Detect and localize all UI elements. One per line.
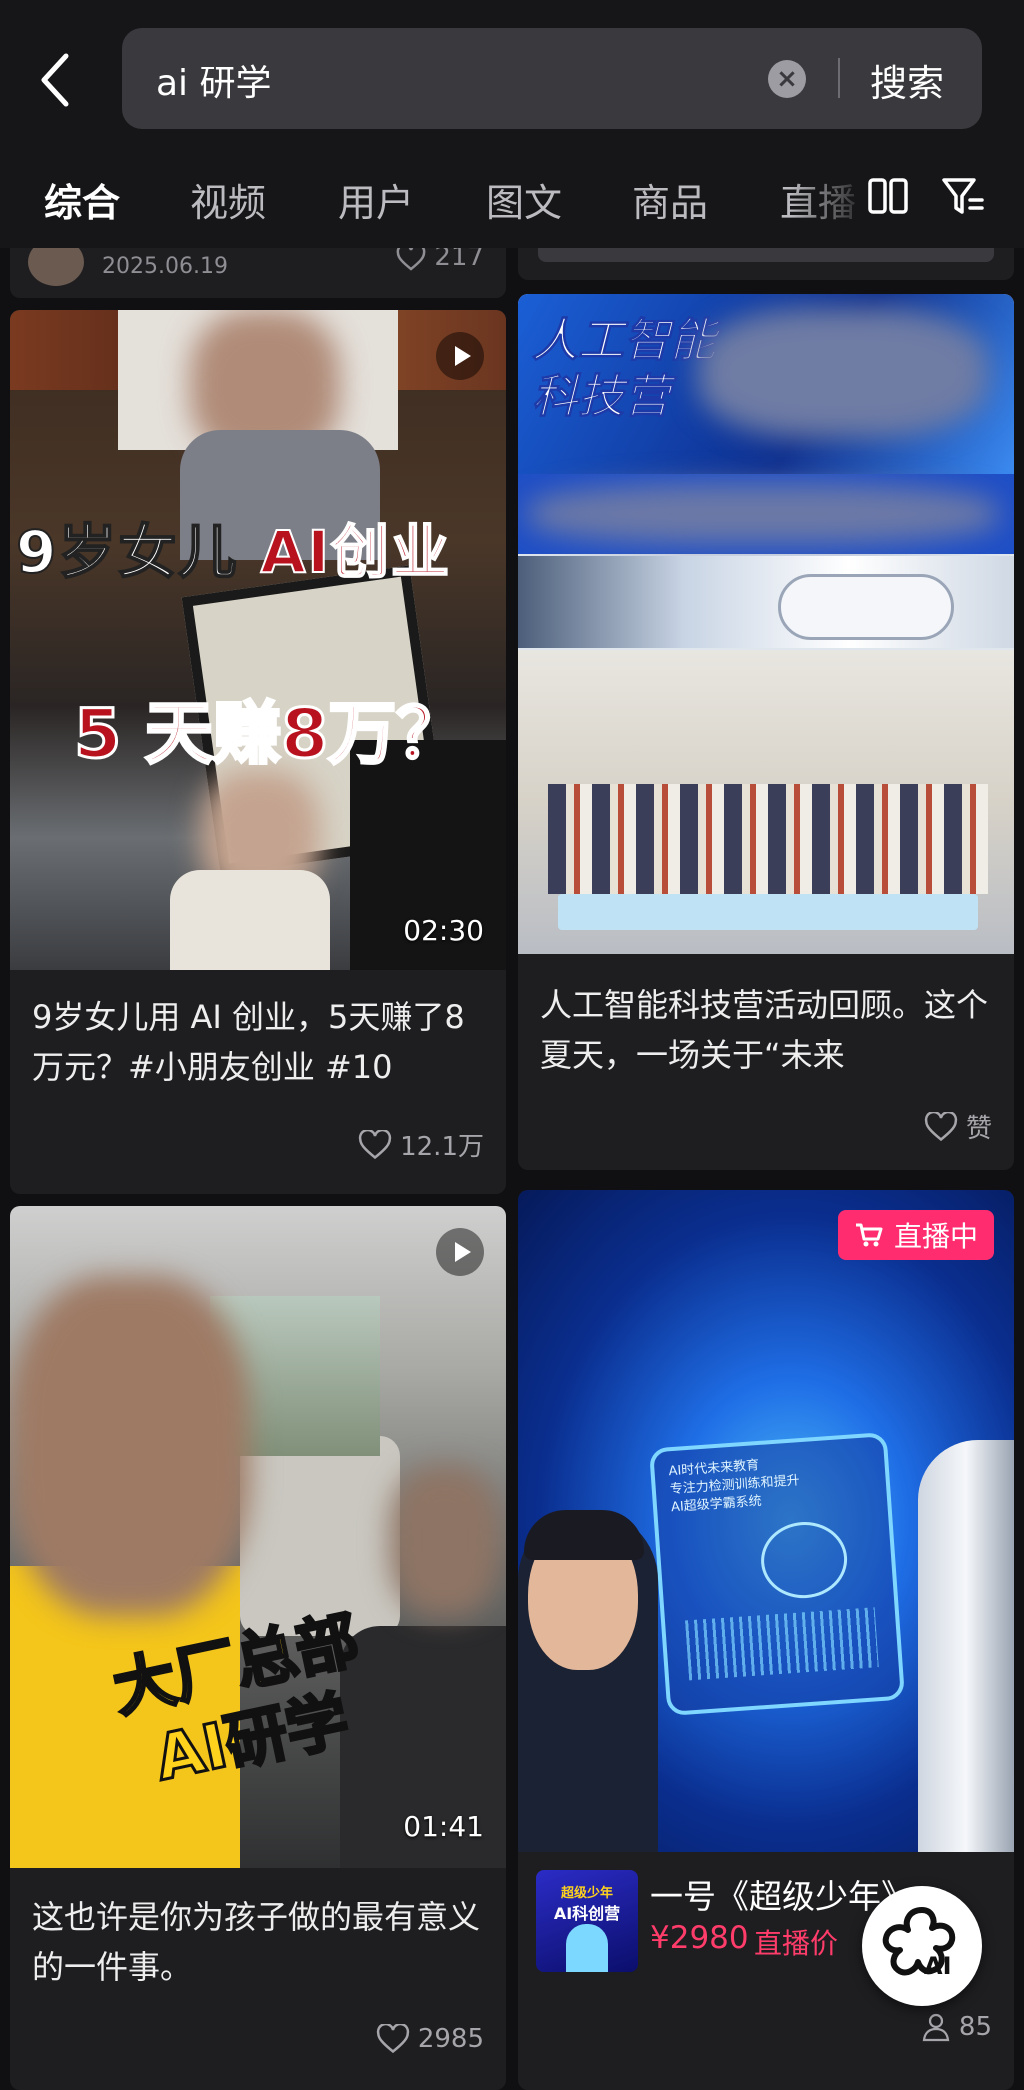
tab-video[interactable]: 视频 xyxy=(190,172,266,227)
like-count-text: 2985 xyxy=(417,2024,484,2054)
prev-card-left[interactable]: 2025.06.19 217 xyxy=(10,248,506,298)
prev-card-button xyxy=(538,248,994,262)
holo-screen-text: AI时代未来教育 专注力检测训练和提升 AI超级学霸系统 xyxy=(668,1454,801,1517)
live-thumbnail: AI时代未来教育 专注力检测训练和提升 AI超级学霸系统 直播中 xyxy=(518,1190,1014,1852)
tab-posts[interactable]: 图文 xyxy=(486,172,562,227)
video-thumbnail: 大厂总部 AI研学 01:41 xyxy=(10,1206,506,1868)
viewer-count-text: 85 xyxy=(958,2012,992,2042)
car-seat xyxy=(240,1436,400,1636)
card-title[interactable]: 这也许是你为孩子做的最有意义的一件事。 xyxy=(32,1892,492,1992)
waveform-graphic xyxy=(685,1607,879,1681)
prev-card-right[interactable] xyxy=(518,248,1014,280)
price-tag: 直播价 xyxy=(754,1927,839,1960)
tab-fade xyxy=(790,160,870,248)
live-badge: 直播中 xyxy=(838,1210,995,1260)
post-date: 2025.06.19 xyxy=(102,254,228,279)
robot-figure xyxy=(918,1440,1014,1852)
play-icon xyxy=(436,332,484,380)
group-banner xyxy=(558,894,978,930)
thumb-caption-line2: 5 天赚8万？ xyxy=(72,694,465,776)
image-post-card[interactable]: 人工智能 科技营 人工智能科技营活动回顾。这个夏天，一场关于“未来 赞 xyxy=(518,294,1014,1170)
blurred-face xyxy=(390,1466,500,1616)
child-figure xyxy=(518,1510,658,1852)
person-icon xyxy=(922,2013,950,2042)
tab-all[interactable]: 综合 xyxy=(44,172,120,227)
thumb-caption: 9岁女儿 AI创业 xyxy=(15,505,452,589)
ai-assistant-button[interactable]: AI xyxy=(862,1886,982,2006)
live-badge-label: 直播中 xyxy=(894,1220,979,1253)
viewer-count: 85 xyxy=(921,2012,992,2042)
thumb-caption-line2: 科技营 xyxy=(532,369,671,424)
holo-screen: AI时代未来教育 专注力检测训练和提升 AI超级学霸系统 xyxy=(648,1432,906,1716)
filter-icon[interactable] xyxy=(940,174,986,218)
product-thumb-line2: AI科创营 xyxy=(553,1904,621,1923)
thumb-caption-line1: 人工智能 xyxy=(532,313,717,368)
heart-icon xyxy=(924,1111,958,1141)
post-thumbnail: 人工智能 科技营 xyxy=(518,294,1014,954)
product-thumbnail[interactable]: 超级少年 AI科创营 xyxy=(536,1870,638,1972)
like-count-text: 12.1万 xyxy=(400,1132,484,1162)
blurred-face xyxy=(10,1276,250,1616)
video-card[interactable]: 9岁女儿 AI创业 5 天赚8万？ 02:30 9岁女儿用 AI 创业，5天赚了… xyxy=(10,310,506,1194)
search-divider xyxy=(838,58,840,98)
card-title[interactable]: 9岁女儿用 AI 创业，5天赚了8万元？#小朋友创业 #10 xyxy=(32,992,492,1092)
child-hair xyxy=(524,1510,644,1560)
heart-icon xyxy=(396,248,426,271)
play-icon xyxy=(436,1228,484,1276)
search-input[interactable]: ai 研学 xyxy=(156,54,272,106)
like-count-text: 赞 xyxy=(965,1114,992,1144)
brain-graphic xyxy=(758,1519,850,1601)
blurred-faces xyxy=(698,308,988,438)
search-bar[interactable]: ai 研学 × 搜索 xyxy=(122,28,982,129)
video-duration: 02:30 xyxy=(403,914,484,947)
category-tabs: 综合 视频 用户 图文 商品 直播 xyxy=(0,160,1024,248)
search-button[interactable]: 搜索 xyxy=(870,53,944,107)
video-duration: 01:41 xyxy=(403,1810,484,1843)
students-group xyxy=(548,784,988,894)
thumb-caption-text: 9岁女儿 xyxy=(15,517,239,587)
like-count[interactable]: 12.1万 xyxy=(358,1126,484,1163)
ai-fab-label: AI xyxy=(924,1952,952,1980)
like-count[interactable]: 2985 xyxy=(376,2024,484,2054)
heart-icon xyxy=(358,1129,392,1159)
clear-search-icon[interactable]: × xyxy=(768,60,806,98)
video-card[interactable]: 大厂总部 AI研学 01:41 这也许是你为孩子做的最有意义的一件事。 2985 xyxy=(10,1206,506,2090)
ai-sparkle-icon xyxy=(882,1907,956,1976)
blurred-faces xyxy=(528,484,998,544)
product-thumb-line1: 超级少年 xyxy=(560,1886,613,1901)
like-count-text: 217 xyxy=(434,248,484,272)
like-count[interactable]: 赞 xyxy=(924,1108,992,1145)
layout-toggle-icon[interactable] xyxy=(866,174,910,218)
card-title[interactable]: 人工智能科技营活动回顾。这个夏天，一场关于“未来 xyxy=(540,980,1000,1080)
video-thumbnail: 9岁女儿 AI创业 5 天赚8万？ 02:30 xyxy=(10,310,506,970)
thumb-caption-accent: AI创业 xyxy=(260,517,452,587)
product-thumb-figure xyxy=(566,1924,608,1972)
product-price: ¥2980 xyxy=(650,1920,749,1956)
cart-icon xyxy=(856,1223,883,1247)
tab-products[interactable]: 商品 xyxy=(632,172,708,227)
heart-icon xyxy=(376,2024,409,2054)
thumb-caption: 人工智能 科技营 xyxy=(532,312,717,424)
like-count: 217 xyxy=(396,248,484,272)
avatar xyxy=(28,248,84,286)
child-shirt xyxy=(170,870,330,970)
aircraft-model xyxy=(778,574,954,640)
back-arrow-icon[interactable] xyxy=(36,50,76,110)
tab-users[interactable]: 用户 xyxy=(338,172,414,227)
top-bar: ai 研学 × 搜索 xyxy=(0,0,1024,160)
